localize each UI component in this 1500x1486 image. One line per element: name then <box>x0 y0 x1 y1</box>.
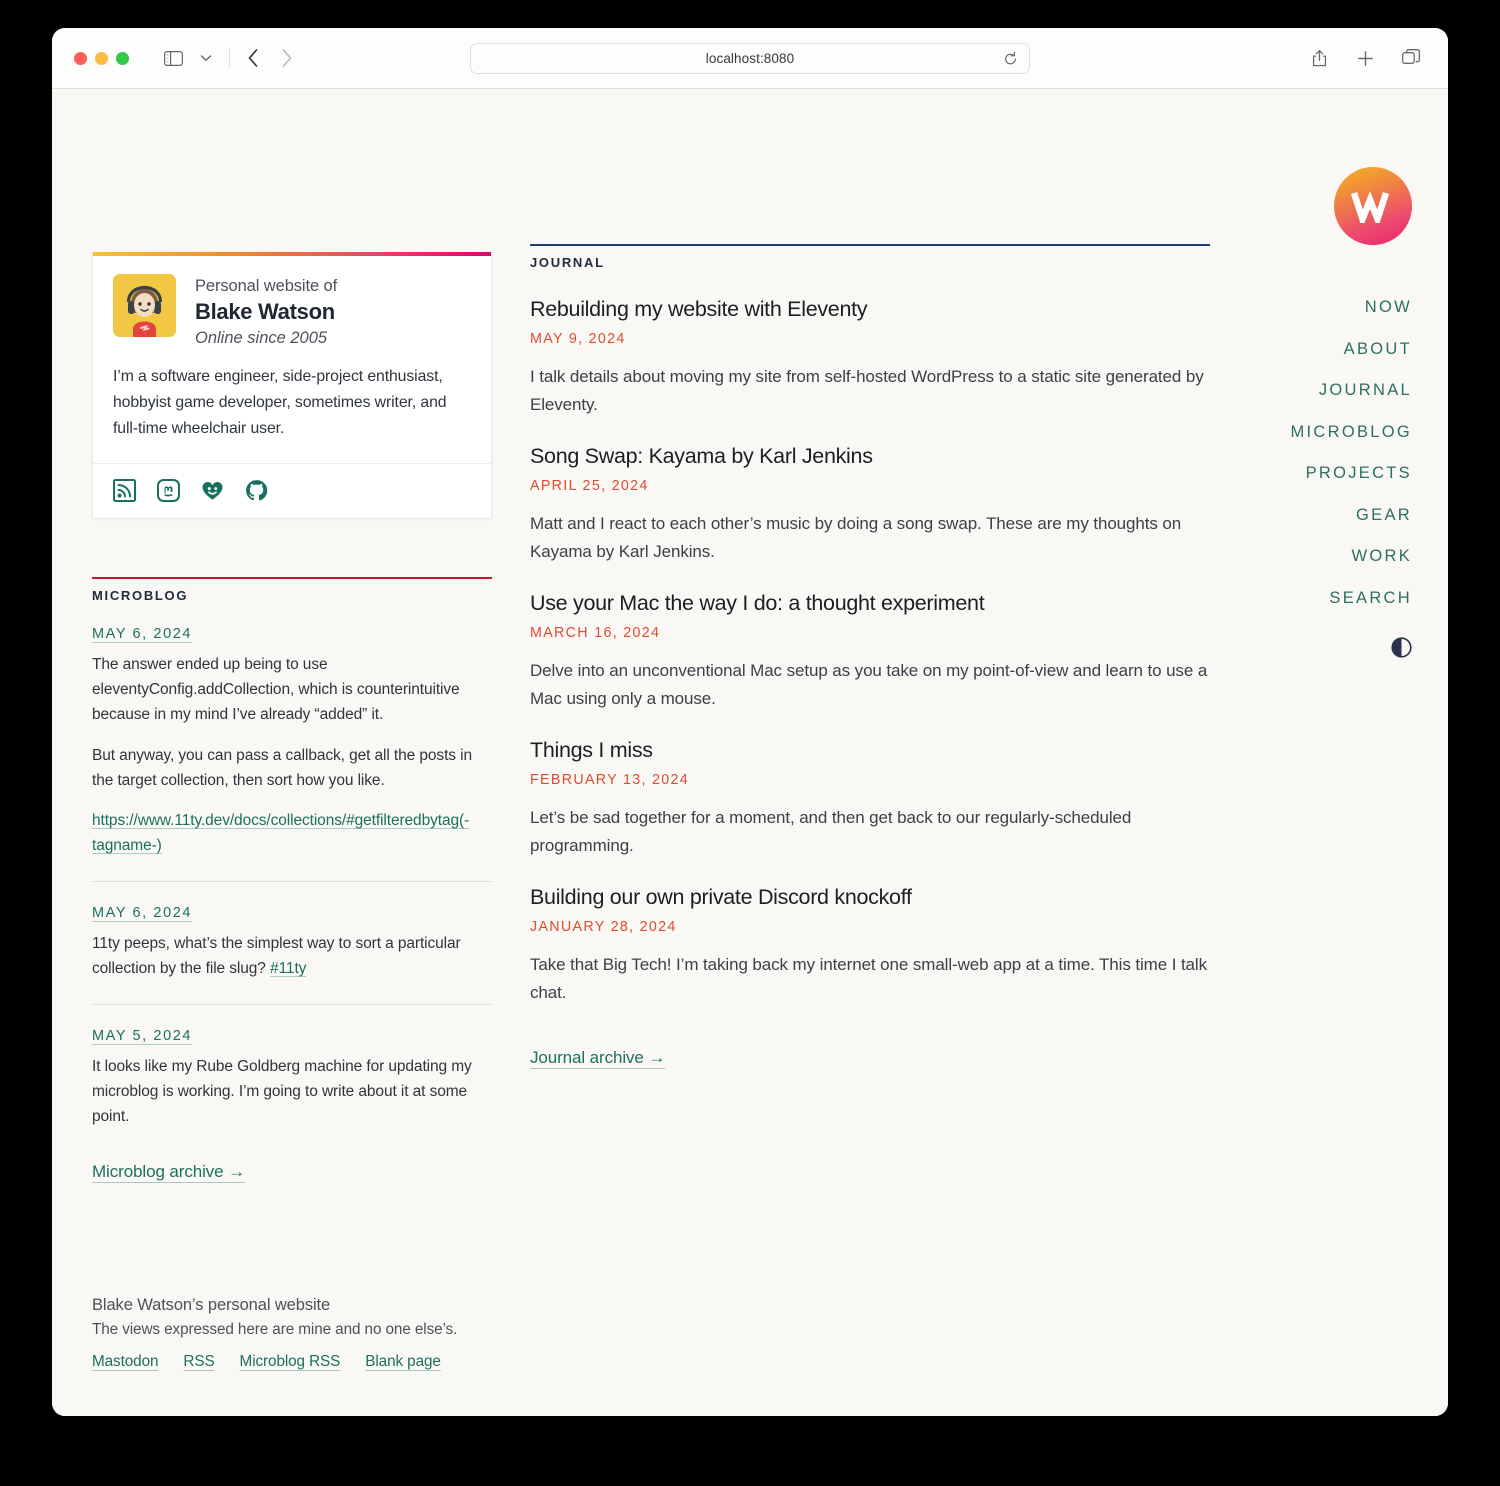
browser-window: localhost:8080 Personal website of Blake… <box>52 28 1448 1416</box>
microblog-entry-link[interactable]: https://www.11ty.dev/docs/collections/#g… <box>92 812 469 854</box>
journal-entry: Song Swap: Kayama by Karl Jenkins APRIL … <box>530 419 1210 566</box>
toolbar-actions <box>1304 44 1426 72</box>
left-column: Personal website of Blake Watson Online … <box>92 252 492 1182</box>
microblog-archive-link[interactable]: Microblog archive → <box>92 1162 245 1182</box>
neocities-icon[interactable] <box>201 479 224 502</box>
microblog-entry-date[interactable]: MAY 5, 2024 <box>92 1028 192 1044</box>
microblog-section: MICROBLOG MAY 6, 2024 The answer ended u… <box>92 577 492 1181</box>
journal-section: JOURNAL Rebuilding my website with Eleve… <box>530 244 1210 1068</box>
navigation-controls <box>158 44 301 72</box>
journal-entry-description: Let’s be sad together for a moment, and … <box>530 808 1132 856</box>
traffic-lights <box>74 51 129 65</box>
journal-entry-date: APRIL 25, 2024 <box>530 477 649 494</box>
microblog-paragraph: It looks like my Rube Goldberg machine f… <box>92 1058 472 1126</box>
journal-entry-title[interactable]: Rebuilding my website with Eleventy <box>530 297 868 321</box>
profile-bio: I’m a software engineer, side-project en… <box>113 368 447 437</box>
journal-entry: Building our own private Discord knockof… <box>530 860 1210 1007</box>
profile-name: Blake Watson <box>195 299 335 325</box>
profile-card: Personal website of Blake Watson Online … <box>92 252 492 520</box>
microblog-section-title: MICROBLOG <box>92 588 189 604</box>
microblog-entry: MAY 5, 2024 It looks like my Rube Goldbe… <box>92 1004 492 1129</box>
journal-entry: Things I miss FEBRUARY 13, 2024 Let’s be… <box>530 713 1210 860</box>
maximize-window-button[interactable] <box>116 51 129 65</box>
url-text: localhost:8080 <box>705 51 795 66</box>
site-logo[interactable] <box>1334 167 1412 245</box>
microblog-paragraph: The answer ended up being to use elevent… <box>92 656 460 724</box>
journal-entry: Rebuilding my website with Eleventy MAY … <box>530 270 1210 419</box>
sidebar-item-journal[interactable]: JOURNAL <box>1232 381 1412 400</box>
journal-entry-date: FEBRUARY 13, 2024 <box>530 772 690 789</box>
journal-entry: Use your Mac the way I do: a thought exp… <box>530 566 1210 713</box>
microblog-entry-body: 11ty peeps, what’s the simplest way to s… <box>92 931 492 981</box>
mastodon-icon[interactable] <box>157 479 180 503</box>
footer-links: Mastodon RSS Microblog RSS Blank page <box>92 1353 562 1371</box>
footer-site-name: Blake Watson’s personal website <box>92 1296 331 1315</box>
site-navigation: NOW ABOUT JOURNAL MICROBLOG PROJECTS GEA… <box>1232 167 1412 663</box>
page-content: Personal website of Blake Watson Online … <box>52 89 1448 1416</box>
journal-entry-title[interactable]: Things I miss <box>530 738 653 762</box>
journal-section-title: JOURNAL <box>530 255 605 270</box>
reload-icon[interactable] <box>1003 51 1018 66</box>
close-window-button[interactable] <box>74 51 87 65</box>
microblog-section-header: MICROBLOG <box>92 577 492 603</box>
page-footer: Blake Watson’s personal website The view… <box>92 1293 562 1371</box>
microblog-entry-date[interactable]: MAY 6, 2024 <box>92 626 192 642</box>
microblog-paragraph: But anyway, you can pass a callback, get… <box>92 746 473 789</box>
journal-entry-date: MARCH 16, 2024 <box>530 625 661 641</box>
microblog-hashtag-link[interactable]: #11ty <box>270 960 306 977</box>
journal-section-header: JOURNAL <box>530 244 1210 270</box>
sidebar-item-microblog[interactable]: MICROBLOG <box>1232 423 1412 442</box>
minimize-window-button[interactable] <box>95 51 108 65</box>
journal-entry-description: Matt and I react to each other’s music b… <box>530 513 1182 562</box>
profile-tagline: Online since 2005 <box>195 328 328 347</box>
github-icon[interactable] <box>245 479 268 502</box>
social-links <box>93 463 491 518</box>
sidebar-item-now[interactable]: NOW <box>1232 298 1412 317</box>
journal-entry-description: Take that Big Tech! I’m taking back my i… <box>530 955 1207 1003</box>
microblog-entry-body: It looks like my Rube Goldberg machine f… <box>92 1054 492 1129</box>
plus-icon[interactable] <box>1350 44 1380 72</box>
sidebar-item-work[interactable]: WORK <box>1232 547 1412 566</box>
journal-entry-title[interactable]: Song Swap: Kayama by Karl Jenkins <box>530 444 873 468</box>
toolbar-divider <box>229 49 230 67</box>
profile-text: Personal website of Blake Watson Online … <box>195 274 337 349</box>
journal-entry-date: MAY 9, 2024 <box>530 330 626 347</box>
sidebar-item-about[interactable]: ABOUT <box>1232 340 1412 359</box>
rss-icon[interactable] <box>113 479 136 503</box>
journal-archive-link[interactable]: Journal archive → <box>530 1048 665 1068</box>
microblog-entry: MAY 6, 2024 11ty peeps, what’s the simpl… <box>92 881 492 981</box>
footer-link-rss[interactable]: RSS <box>183 1353 214 1371</box>
share-icon[interactable] <box>1304 44 1334 72</box>
sidebar-item-gear[interactable]: GEAR <box>1232 506 1412 525</box>
footer-link-microblog-rss[interactable]: Microblog RSS <box>240 1353 341 1371</box>
footer-disclaimer: The views expressed here are mine and no… <box>92 1321 458 1339</box>
forward-arrow-icon[interactable] <box>271 44 301 72</box>
browser-toolbar: localhost:8080 <box>52 28 1448 89</box>
journal-entry-title[interactable]: Use your Mac the way I do: a thought exp… <box>530 591 985 615</box>
sidebar-icon[interactable] <box>158 44 188 72</box>
footer-link-blank-page[interactable]: Blank page <box>365 1353 441 1371</box>
profile-header: Personal website of Blake Watson Online … <box>93 256 491 355</box>
microblog-entry: MAY 6, 2024 The answer ended up being to… <box>92 603 492 858</box>
chevron-down-icon[interactable] <box>191 44 221 72</box>
address-bar[interactable]: localhost:8080 <box>470 43 1030 74</box>
back-arrow-icon[interactable] <box>238 44 268 72</box>
microblog-entry-body: The answer ended up being to use elevent… <box>92 652 492 858</box>
microblog-entry-date[interactable]: MAY 6, 2024 <box>92 905 192 921</box>
footer-link-mastodon[interactable]: Mastodon <box>92 1353 158 1371</box>
contrast-icon[interactable] <box>1391 637 1412 658</box>
journal-entry-title[interactable]: Building our own private Discord knockof… <box>530 885 912 909</box>
journal-entry-description: Delve into an unconventional Mac setup a… <box>530 661 1208 709</box>
profile-eyebrow: Personal website of <box>195 277 338 295</box>
tab-overview-icon[interactable] <box>1396 44 1426 72</box>
journal-entry-description: I talk details about moving my site from… <box>530 366 1204 414</box>
avatar <box>113 274 176 337</box>
journal-entry-date: JANUARY 28, 2024 <box>530 919 677 936</box>
sidebar-item-projects[interactable]: PROJECTS <box>1232 464 1412 483</box>
sidebar-item-search[interactable]: SEARCH <box>1232 589 1412 608</box>
